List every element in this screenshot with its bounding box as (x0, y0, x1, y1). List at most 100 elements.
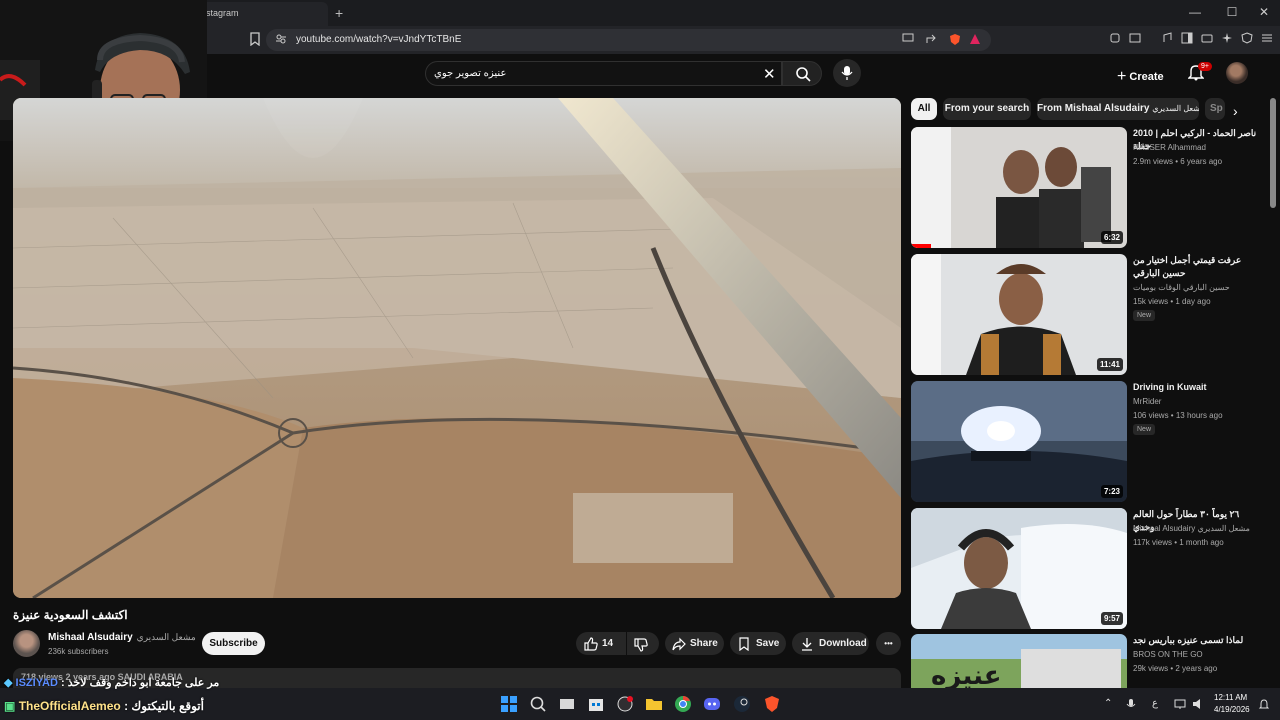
account-avatar[interactable] (1226, 62, 1248, 84)
rec-meta: 15k views • 1 day ago (1133, 297, 1211, 306)
extensions-icon[interactable] (1108, 32, 1122, 46)
screenshot-icon[interactable] (1128, 32, 1142, 46)
chat-text: : مر على جامعة ابو داخم وقف لاخذ (60, 677, 220, 689)
video-thumbnail[interactable]: 7:23 (911, 381, 1127, 502)
url-text: youtube.com/watch?v=vJndYTcTBnE (296, 34, 462, 45)
channel-name[interactable]: Mishaal Alsudairy مشعل السديري (48, 632, 196, 643)
like-button[interactable]: 14 (576, 632, 626, 655)
share-icon (672, 637, 686, 651)
tray-chevron-icon[interactable]: ⌃ (1104, 698, 1112, 709)
video-thumbnail[interactable]: 9:57 (911, 508, 1127, 629)
clear-search-icon[interactable]: ✕ (763, 65, 776, 83)
browser-tab[interactable]: stagram (200, 2, 328, 26)
chip-from-search[interactable]: From your search (943, 98, 1031, 120)
site-info-icon[interactable] (274, 33, 288, 47)
chat-text: : أتوقع بالتيكتوك (124, 699, 204, 713)
recommended-video[interactable]: 11:41 عرفت قيمتي أجمل اختيار من حسين الب… (911, 254, 1271, 376)
address-bar[interactable]: youtube.com/watch?v=vJndYTcTBnE (266, 29, 991, 51)
leo-ai-icon[interactable] (1220, 32, 1234, 46)
maximize-button[interactable]: ☐ (1222, 5, 1242, 19)
rec-meta: 2.9m views • 6 years ago (1133, 157, 1223, 166)
recommended-video[interactable]: 9:57 ٢٦ يوماً ٣٠ مطاراً حول العالم وحدي … (911, 508, 1271, 630)
discord-icon[interactable] (703, 695, 721, 713)
tab-title: stagram (206, 8, 239, 18)
chip-from-channel[interactable]: From Mishaal Alsudairy مشعل السديري (1037, 98, 1199, 120)
video-thumbnail[interactable]: 11:41 (911, 254, 1127, 375)
wallet-icon[interactable] (1200, 32, 1214, 46)
channel-name-ar: مشعل السديري (136, 632, 196, 642)
download-label: Download (819, 638, 867, 649)
search-button[interactable] (782, 61, 822, 86)
close-window-button[interactable]: ✕ (1254, 5, 1274, 19)
taskbar-time[interactable]: 12:11 AM (1214, 693, 1247, 702)
subscribe-button[interactable]: Subscribe (202, 632, 265, 655)
obs-icon[interactable] (616, 695, 634, 713)
notification-center-icon[interactable] (1258, 698, 1270, 713)
volume-icon[interactable] (1192, 698, 1204, 713)
rec-channel: NASSER Alhammad (1133, 143, 1206, 152)
video-duration: 9:57 (1100, 612, 1123, 625)
steam-icon[interactable] (733, 695, 751, 713)
cast-icon[interactable] (901, 33, 915, 47)
task-view-icon[interactable] (558, 695, 576, 713)
rec-meta: 29k views • 2 years ago (1133, 664, 1218, 673)
network-icon[interactable] (1174, 698, 1186, 713)
share-button[interactable]: Share (665, 632, 724, 655)
brave-rewards-icon[interactable] (968, 33, 982, 47)
save-button[interactable]: Save (730, 632, 786, 655)
create-label: Create (1129, 71, 1164, 83)
rec-title: لماذا تسمى عنيزه بباريس نجد (1133, 635, 1244, 645)
video-thumbnail[interactable]: ﻋﻨﻴﺰﻩ (911, 634, 1127, 688)
save-label: Save (756, 638, 780, 649)
chrome-icon[interactable] (674, 695, 692, 713)
voice-search-button[interactable] (833, 59, 861, 87)
share-page-icon[interactable] (924, 33, 938, 47)
rec-meta: 106 views • 13 hours ago (1133, 411, 1223, 420)
store-icon[interactable] (587, 695, 605, 713)
recommended-video[interactable]: 7:23 Driving in Kuwait MrRider 106 views… (911, 381, 1271, 503)
brave-shield-icon[interactable] (948, 33, 962, 47)
channel-avatar[interactable] (13, 630, 40, 657)
thumbs-down-icon (634, 638, 648, 652)
recommended-video[interactable]: ﻋﻨﻴﺰﻩ لماذا تسمى عنيزه بباريس نجد BROS O… (911, 634, 1271, 688)
dislike-button[interactable] (627, 632, 659, 655)
chat-badge-icon: ◆ (4, 677, 13, 689)
media-icon[interactable] (1160, 32, 1174, 46)
more-actions-button[interactable]: ••• (876, 632, 901, 655)
brave-browser-icon[interactable] (763, 695, 781, 713)
search-query: عنيزه تصوير جوي (434, 68, 507, 79)
chat-message: ◆ ISZIYAD : مر على جامعة ابو داخم وقف لا… (4, 676, 219, 689)
thumbs-up-icon (584, 637, 598, 651)
chip-more[interactable]: Sp (1205, 98, 1225, 120)
chat-username: ISZIYAD (15, 677, 58, 689)
tray-mic-icon[interactable] (1126, 698, 1136, 713)
video-thumbnail[interactable]: 6:32 (911, 127, 1127, 248)
chevron-right-icon[interactable]: › (1233, 103, 1238, 119)
mic-icon (841, 66, 853, 80)
windows-start-icon[interactable] (500, 695, 518, 713)
menu-icon[interactable] (1260, 32, 1274, 46)
vpn-icon[interactable] (1240, 32, 1254, 46)
new-badge: New (1133, 424, 1156, 435)
rec-title: Driving in Kuwait (1133, 382, 1207, 392)
video-player[interactable] (13, 98, 901, 598)
taskbar-date[interactable]: 4/19/2026 (1214, 705, 1250, 714)
recommended-video[interactable]: 6:32 2010 ناصر الحماد - الركبي احلم | حف… (911, 127, 1271, 249)
chip-all[interactable]: All (911, 98, 937, 120)
sidebar-icon[interactable] (1180, 32, 1194, 46)
svg-text:ﻋﻨﻴﺰﻩ: ﻋﻨﻴﺰﻩ (931, 661, 1002, 688)
chip-channel-ar: مشعل السديري (1152, 104, 1199, 113)
search-taskbar-icon[interactable] (529, 695, 547, 713)
search-input[interactable]: عنيزه تصوير جوي ✕ (425, 61, 782, 86)
download-button[interactable]: Download (792, 632, 869, 655)
page-scrollbar[interactable] (1270, 98, 1276, 208)
save-playlist-icon (739, 637, 749, 651)
rec-channel: BROS ON THE GO (1133, 650, 1203, 659)
create-button[interactable]: + Create (1117, 61, 1164, 85)
rec-channel: Mishaal Alsudairy مشعل السديري (1133, 524, 1250, 533)
minimize-button[interactable]: — (1185, 5, 1205, 19)
bookmark-icon[interactable] (248, 32, 262, 47)
file-explorer-icon[interactable] (645, 695, 663, 713)
language-indicator-icon[interactable]: ع (1152, 698, 1158, 709)
new-tab-button[interactable]: + (335, 5, 343, 21)
